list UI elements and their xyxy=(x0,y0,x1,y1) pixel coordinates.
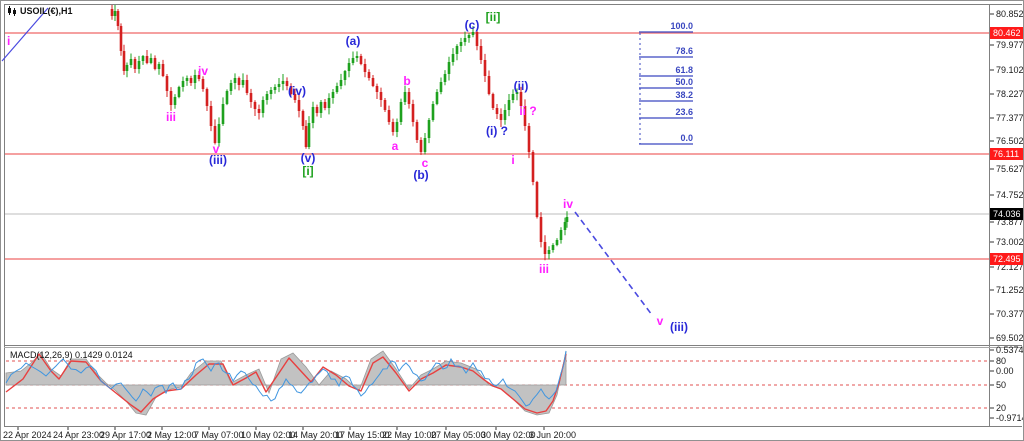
time-scale[interactable] xyxy=(1,427,1024,441)
trading-chart-window: USOIL(€),H1 MACD(12,26,9) 0.1429 0.0124 … xyxy=(0,0,1024,441)
price-scale[interactable] xyxy=(990,1,1024,426)
main-chart-plot-area[interactable] xyxy=(5,5,989,345)
macd-plot-area[interactable] xyxy=(5,348,989,426)
